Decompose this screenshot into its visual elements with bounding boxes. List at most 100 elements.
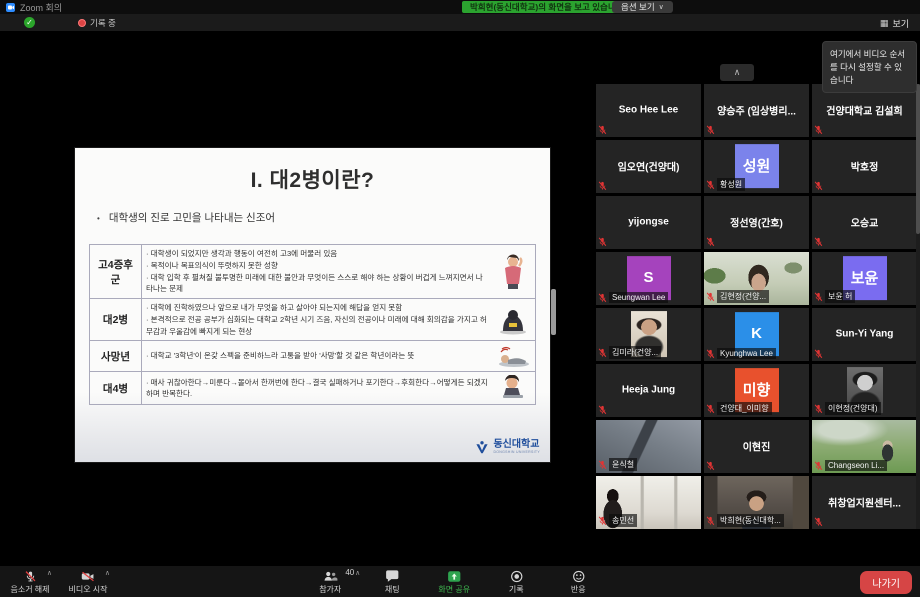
mic-muted-icon (706, 180, 715, 190)
recording-indicator[interactable]: 기록 중 (78, 17, 116, 29)
participant-tile[interactable]: yijongse (596, 196, 701, 249)
participant-name-label: Seungwan Lee (609, 292, 668, 303)
participant-name-label: 김미라(건양... (609, 346, 661, 359)
participant-name-tag: 김현정(건양... (706, 290, 769, 303)
participant-tile[interactable]: 김미라(건양... (596, 308, 701, 361)
slide-term: 고4증후군 (90, 245, 142, 299)
recording-label: 기록 중 (90, 17, 116, 29)
mic-muted-icon (814, 461, 823, 471)
share-screen-button[interactable]: 화면 공유 (434, 566, 474, 597)
mic-muted-icon (706, 516, 715, 526)
video-options-caret[interactable]: ∧ (105, 569, 110, 577)
participant-tile[interactable]: 양승주 (임상병리... (704, 84, 809, 137)
participant-name-tag (598, 181, 607, 191)
participant-name-label: 이현정(건양대) (825, 402, 881, 415)
participant-name-centered: Seo Hee Lee (596, 104, 701, 115)
participant-tile[interactable]: 박희현(동신대학... (704, 476, 809, 529)
clipart-procrastinator-icon (497, 375, 529, 401)
participant-tile[interactable]: 보윤 보윤 허 (812, 252, 917, 305)
slide-points: · 대학교 '3학년'이 온갖 스펙을 준비하느라 고통을 받아 '사망'할 것… (142, 341, 494, 372)
participant-tile[interactable]: 정선영(간호) (704, 196, 809, 249)
participant-tile[interactable]: 오승교 (812, 196, 917, 249)
mic-options-caret[interactable]: ∧ (47, 569, 52, 577)
participant-name-centered: Heeja Jung (596, 384, 701, 395)
slide-points: · 대학생이 되었지만 생각과 행동이 여전히 고3에 머물러 있음· 목적이나… (142, 245, 494, 299)
participant-name-tag (598, 125, 607, 135)
meeting-topbar: ✓ 기록 중 ▦ 보기 (0, 14, 920, 31)
start-video-button[interactable]: ∧ 비디오 시작 (68, 566, 108, 597)
window-title: Zoom 회의 (20, 1, 62, 14)
participant-tile[interactable]: 윤식철 (596, 420, 701, 473)
participant-tile[interactable]: 이현진 (704, 420, 809, 473)
participant-name-tag: 황성원 (706, 178, 745, 191)
shared-screen-scrollbar[interactable] (551, 289, 556, 335)
participants-options-caret[interactable]: ∧ (355, 569, 360, 577)
share-screen-label: 화면 공유 (438, 584, 470, 595)
chat-button[interactable]: 채팅 (372, 566, 412, 597)
gallery-scrollbar[interactable] (916, 84, 920, 529)
participant-name-tag (598, 237, 607, 247)
view-options-button[interactable]: 옵션 보기 ∨ (612, 1, 673, 13)
meeting-toolbar: ∧ 음소거 해제 ∧ 비디오 시작 (0, 565, 920, 597)
participants-label: 참가자 (319, 584, 341, 595)
video-order-tooltip: 여기에서 비디오 순서를 다시 설정할 수 있습니다 (822, 41, 917, 93)
participant-name-tag: 이현정(건양대) (814, 402, 881, 415)
mic-muted-icon (706, 461, 715, 471)
reactions-smiley-icon (572, 570, 585, 583)
shared-screen-stage: I. 대2병이란? 대학생의 진로 고민을 나타내는 신조어 고4증후군· 대학… (0, 31, 594, 565)
slide-points: · 매사 귀찮아한다→미룬다→몰아서 한꺼번에 한다→결국 실패하거나 포기한다… (142, 372, 494, 405)
participant-name-label: Kyunghwa Lee (717, 348, 776, 359)
participant-name-centered: 임오연(건양대) (596, 158, 701, 173)
participant-name-label: 윤식철 (609, 458, 637, 471)
participant-tile[interactable]: 취창업지원센터... (812, 476, 917, 529)
zoom-app-icon (6, 3, 15, 12)
slide-table-row: 사망년· 대학교 '3학년'이 온갖 스펙을 준비하느라 고통을 받아 '사망'… (90, 341, 536, 372)
record-button[interactable]: 기록 (496, 566, 536, 597)
gallery-scrollbar-thumb[interactable] (916, 84, 920, 234)
participant-name-tag (706, 237, 715, 247)
participant-name-tag: 박희현(동신대학... (706, 514, 784, 527)
participant-tile[interactable]: Sun-Yi Yang (812, 308, 917, 361)
leave-button[interactable]: 나가기 (860, 571, 912, 594)
participant-name-label: 건양대_이미향 (717, 402, 772, 415)
participant-tile[interactable]: 김현정(건양... (704, 252, 809, 305)
participant-tile[interactable]: 이현정(건양대) (812, 364, 917, 417)
participant-name-tag (814, 125, 823, 135)
participant-tile[interactable]: 임오연(건양대) (596, 140, 701, 193)
participant-tile[interactable]: 송민선 (596, 476, 701, 529)
participant-name-tag (706, 461, 715, 471)
participant-tile[interactable]: K Kyunghwa Lee (704, 308, 809, 361)
participant-tile[interactable]: Heeja Jung (596, 364, 701, 417)
participant-name-tag (814, 349, 823, 359)
zoom-meeting-window: Zoom 회의 박희현(동신대학교)의 화면을 보고 있습니다. 옵션 보기 ∨… (0, 0, 920, 597)
share-screen-icon (447, 570, 461, 583)
slide-point: · 대학 입학 후 펼쳐질 불투명한 미래에 대한 불안과 무엇이든 스스로 해… (146, 272, 489, 296)
encryption-shield-icon[interactable]: ✓ (24, 17, 35, 28)
participants-icon (323, 570, 338, 583)
participant-tile[interactable]: 박호정 (812, 140, 917, 193)
mic-muted-icon (814, 181, 823, 191)
participant-tile[interactable]: 미향 건양대_이미향 (704, 364, 809, 417)
participant-name-tag: Seungwan Lee (598, 292, 668, 303)
reactions-button[interactable]: 반응 (558, 566, 598, 597)
participants-button[interactable]: 40 ∧ 참가자 (310, 566, 350, 597)
chevron-down-icon: ∨ (659, 3, 664, 11)
participant-tile[interactable]: 성원 황성원 (704, 140, 809, 193)
participant-tile[interactable]: S Seungwan Lee (596, 252, 701, 305)
participant-tile[interactable]: Changseon Li... (812, 420, 917, 473)
chat-icon (385, 570, 399, 583)
participant-tile[interactable]: Seo Hee Lee (596, 84, 701, 137)
clipart-collapsed-figure-icon (497, 344, 531, 368)
slide-table-row: 대2병· 대학에 진학하였으나 앞으로 내가 무엇을 하고 살아야 되는지에 해… (90, 299, 536, 341)
view-options-label: 옵션 보기 (621, 1, 655, 13)
presentation-slide: I. 대2병이란? 대학생의 진로 고민을 나타내는 신조어 고4증후군· 대학… (75, 148, 550, 462)
slide-title: I. 대2병이란? (75, 164, 550, 194)
gallery-collapse-button[interactable]: ∧ (720, 64, 754, 81)
view-button[interactable]: ▦ 보기 (875, 16, 914, 31)
window-titlebar: Zoom 회의 박희현(동신대학교)의 화면을 보고 있습니다. 옵션 보기 ∨ (0, 0, 920, 14)
mic-muted-icon (598, 405, 607, 415)
start-video-label: 비디오 시작 (68, 584, 107, 595)
unmute-button[interactable]: ∧ 음소거 해제 (10, 566, 50, 597)
mic-muted-icon (598, 460, 607, 470)
participant-name-tag: 윤식철 (598, 458, 637, 471)
